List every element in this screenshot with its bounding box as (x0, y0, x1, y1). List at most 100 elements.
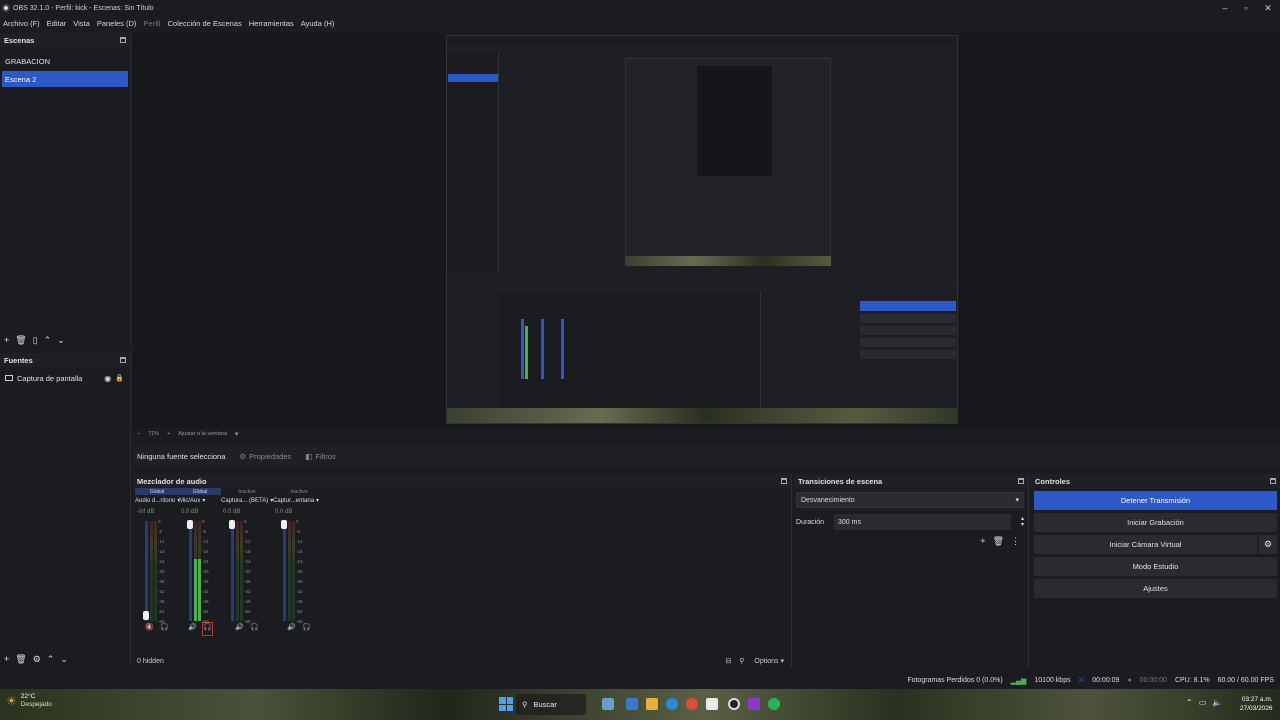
headphones-icon[interactable]: 🎧 (250, 623, 259, 635)
chevron-down-icon[interactable]: ⌄ (60, 654, 68, 665)
channel-meter[interactable]: 0 -6 -12 -18 -24 -30 -36 -42 -48 -54 -60 (135, 517, 179, 624)
trash-icon[interactable]: 🗑 (15, 654, 26, 665)
menu-ayuda[interactable]: Ayuda (H) (301, 19, 335, 28)
channel-name[interactable]: Audio d...ritorio ▾ (135, 495, 179, 506)
scene-item-grabacion[interactable]: GRABACION (2, 53, 128, 69)
gear-icon: ⚙ (239, 451, 247, 461)
meter-scale-label: -18 (244, 549, 251, 554)
menu-editar[interactable]: Editar (47, 19, 67, 28)
collapse-icon[interactable]: ⊟ (725, 657, 731, 665)
lock-icon[interactable]: 🔒 (115, 374, 124, 382)
gear-icon[interactable]: ⚙ (1259, 535, 1277, 554)
channel-badge: Inactive (238, 488, 256, 495)
scene-item-escena-2[interactable]: Escena 2 (2, 71, 128, 87)
eye-icon[interactable]: ◉ (104, 374, 111, 383)
source-item[interactable]: Captura de pantalla ◉ 🔒 (2, 371, 128, 385)
copilot-icon[interactable] (626, 698, 638, 710)
undock-icon[interactable] (120, 37, 126, 43)
volume-fader-knob[interactable] (281, 520, 287, 529)
stop-streaming-button[interactable]: Detener Transmisión (1034, 491, 1277, 510)
settings-button[interactable]: Ajustes (1034, 579, 1277, 598)
network-icon[interactable]: ▭ (1199, 698, 1207, 707)
close-button[interactable]: ✕ (1257, 0, 1279, 16)
chevron-up-icon[interactable]: ⌃ (47, 654, 55, 665)
properties-button[interactable]: ⚙ Propiedades (239, 452, 291, 461)
volume-icon[interactable]: 🔈 (1212, 698, 1222, 707)
minimize-button[interactable]: – (1214, 0, 1236, 16)
spin-arrows-icon[interactable]: ▴ ▾ (1021, 516, 1024, 528)
filter-icon[interactable]: ▯ (33, 335, 38, 346)
volume-fader-knob[interactable] (229, 520, 235, 529)
chevron-down-icon[interactable]: ▾ (235, 430, 239, 438)
speaker-muted-icon[interactable]: 🔇 (145, 623, 154, 635)
trash-icon[interactable]: 🗑 (15, 335, 26, 346)
menu-coleccion-escenas[interactable]: Colección de Escenas (168, 19, 242, 28)
headphones-icon[interactable]: 🎧 (160, 623, 169, 635)
add-icon[interactable]: + (980, 536, 985, 547)
undock-icon[interactable] (1270, 478, 1276, 484)
zoom-out-button[interactable]: – (137, 431, 140, 437)
weather-temp: 22°C (20, 693, 36, 700)
widgets-icon[interactable] (602, 698, 614, 710)
channel-name[interactable]: Captur...entana ▾ (273, 495, 325, 506)
menu-herramientas[interactable]: Herramientas (249, 19, 294, 28)
meter-track (189, 521, 192, 621)
studio-mode-button[interactable]: Modo Estudio (1034, 557, 1277, 576)
trash-icon[interactable]: 🗑 (993, 536, 1004, 547)
gear-icon[interactable]: ⚙ (33, 654, 41, 665)
channel-name[interactable]: Mic/Aux ▾ (179, 495, 221, 506)
tray-icons[interactable]: ⌃ ▭ 🔈 (1186, 698, 1222, 707)
chevron-up-icon[interactable]: ⌃ (44, 335, 52, 346)
windows-start-icon[interactable] (499, 697, 513, 711)
filters-button[interactable]: ◧ Filtros (305, 452, 336, 461)
channel-name[interactable]: Captura... (BETA) ▾ (221, 495, 273, 506)
zoom-in-button[interactable]: + (167, 431, 170, 437)
add-icon[interactable]: + (4, 335, 9, 345)
chrome-icon[interactable] (686, 698, 698, 710)
add-icon[interactable]: + (4, 654, 9, 664)
duration-input[interactable]: 300 ms (834, 514, 1011, 530)
channel-meter[interactable]: 0 -6 -12 -18 -24 -30 -36 -42 -48 -54 -60 (179, 517, 221, 624)
clock-time: 03:27 a.m. (1241, 696, 1273, 703)
volume-fader-knob[interactable] (143, 611, 149, 620)
headphones-icon[interactable]: 🎧 (302, 623, 311, 635)
menu-archivo[interactable]: Archivo (F) (3, 19, 40, 28)
speaker-icon[interactable]: 🔊 (188, 623, 197, 635)
fit-window-label[interactable]: Ajustar a la ventana (178, 431, 227, 437)
maximize-button[interactable]: ▫ (1235, 0, 1257, 16)
options-button[interactable]: Options ▾ (754, 657, 784, 665)
menu-vista[interactable]: Vista (73, 19, 90, 28)
hidden-count[interactable]: 0 hidden (137, 658, 164, 665)
menu-perfil[interactable]: Perfil (143, 19, 160, 28)
chevron-down-icon[interactable]: ⌄ (57, 335, 65, 346)
preview-canvas[interactable] (446, 35, 958, 424)
volume-fader-knob[interactable] (187, 520, 193, 529)
clock[interactable]: 03:27 a.m. 27/03/2026 (1240, 695, 1273, 713)
scenes-toolbar: + 🗑 ▯ ⌃ ⌄ (0, 333, 65, 347)
edge-icon[interactable] (666, 698, 678, 710)
folder-icon[interactable] (646, 698, 658, 710)
speaker-icon[interactable]: 🔊 (235, 623, 244, 635)
start-virtual-camera-button[interactable]: Iniciar Cámara Virtual (1034, 535, 1257, 554)
app-icon[interactable] (748, 698, 760, 710)
spotify-icon[interactable] (768, 698, 780, 710)
link-icon[interactable]: ⚲ (739, 657, 744, 665)
menu-paneles[interactable]: Paneles (D) (97, 19, 137, 28)
more-icon[interactable]: ⋮ (1011, 536, 1020, 547)
undock-icon[interactable] (781, 478, 787, 484)
channel-meter[interactable]: 0 -6 -12 -18 -24 -30 -36 -42 -48 -54 -60 (273, 517, 325, 624)
notepad-icon[interactable] (706, 698, 718, 710)
taskbar-search[interactable]: ⚲ Buscar (516, 694, 586, 715)
speaker-icon[interactable]: 🔊 (287, 623, 296, 635)
undock-icon[interactable] (120, 357, 126, 363)
start-recording-button[interactable]: Iniciar Grabación (1034, 513, 1277, 532)
undock-icon[interactable] (1018, 478, 1024, 484)
chevron-up-icon[interactable]: ⌃ (1186, 698, 1193, 707)
channel-meter[interactable]: 0 -6 -12 -18 -24 -30 -36 -42 -48 -54 -60 (221, 517, 273, 624)
weather-widget[interactable]: ☀ 22°C Despejado (6, 693, 52, 709)
headphones-icon[interactable]: 🎧 (202, 622, 213, 636)
obs-icon[interactable] (728, 698, 740, 710)
mixer-channel: Global Audio d...ritorio ▾ -inf dB 0 -6 -12… (135, 488, 179, 635)
transition-select[interactable]: Desvanecimiento ▾ (796, 492, 1024, 508)
meter-track (283, 521, 286, 621)
